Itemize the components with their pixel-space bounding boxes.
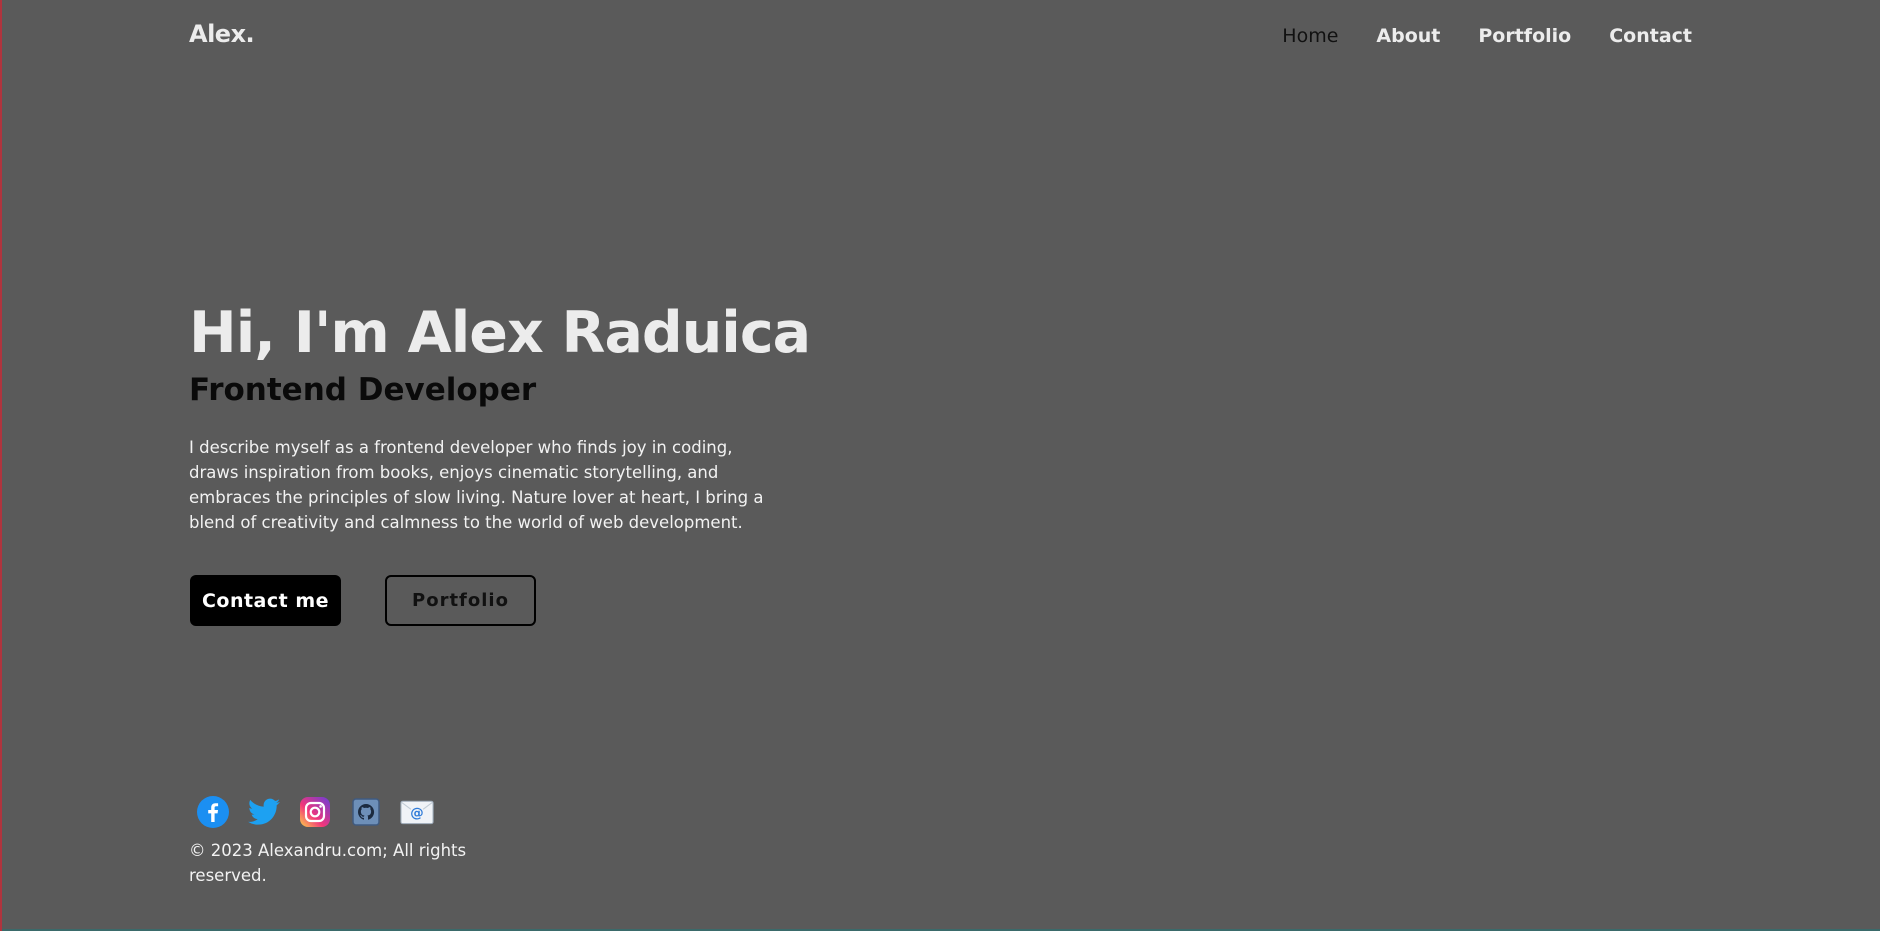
hero-description: I describe myself as a frontend develope… xyxy=(189,438,764,532)
hero-title: Hi, I'm Alex Raduica xyxy=(189,300,811,366)
page: Alex. Home About Portfolio Contact Hi, I… xyxy=(0,0,1880,931)
twitter-icon[interactable] xyxy=(247,795,281,829)
social-links: @ xyxy=(196,795,434,829)
nav-about[interactable]: About xyxy=(1376,25,1440,47)
nav-portfolio[interactable]: Portfolio xyxy=(1478,25,1571,47)
hero-subtitle: Frontend Developer xyxy=(189,372,537,408)
nav-contact[interactable]: Contact xyxy=(1609,25,1692,47)
nav-home[interactable]: Home xyxy=(1282,25,1338,47)
email-icon[interactable]: @ xyxy=(400,795,434,829)
svg-text:@: @ xyxy=(410,806,423,821)
site-logo[interactable]: Alex. xyxy=(189,20,255,48)
copyright-text: © 2023 Alexandru.com; All rights reserve… xyxy=(189,841,467,885)
github-icon[interactable] xyxy=(349,795,383,829)
facebook-icon[interactable] xyxy=(196,795,230,829)
instagram-icon[interactable] xyxy=(298,795,332,829)
main-nav: Home About Portfolio Contact xyxy=(1282,25,1692,47)
portfolio-button[interactable]: Portfolio xyxy=(385,575,536,626)
contact-me-button[interactable]: Contact me xyxy=(190,575,341,626)
